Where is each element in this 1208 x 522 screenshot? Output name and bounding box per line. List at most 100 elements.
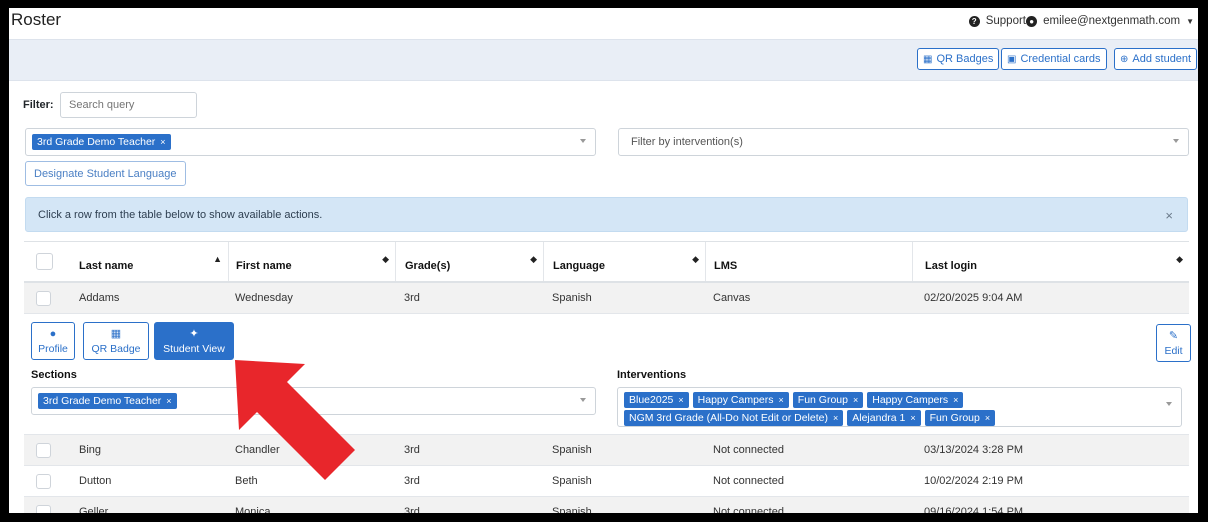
- designate-language-button[interactable]: Designate Student Language: [25, 161, 186, 186]
- sort-up-icon: ▲: [213, 254, 222, 264]
- header-language[interactable]: Language ◆: [543, 242, 705, 281]
- intervention-chip[interactable]: Happy Campers ×: [867, 392, 964, 408]
- row-checkbox[interactable]: [36, 283, 51, 313]
- qr-icon: ▦: [110, 328, 122, 340]
- sections-label: Sections: [31, 369, 77, 381]
- info-alert: Click a row from the table below to show…: [25, 197, 1188, 232]
- cell-last-login: 03/13/2024 3:28 PM: [924, 444, 1024, 456]
- app-frame: Roster ? Support ● emilee@nextgenmath.co…: [9, 8, 1198, 513]
- row-detail-panel: ● Profile ▦ QR Badge ✦ Student View ✎ Ed…: [24, 314, 1191, 435]
- intervention-chip[interactable]: NGM 3rd Grade (All-Do Not Edit or Delete…: [624, 410, 844, 426]
- teacher-filter-select[interactable]: 3rd Grade Demo Teacher ×: [25, 128, 596, 156]
- remove-icon[interactable]: ×: [833, 413, 838, 423]
- row-checkbox[interactable]: [36, 466, 51, 496]
- close-icon[interactable]: ×: [1165, 208, 1173, 223]
- intervention-chip[interactable]: Fun Group ×: [924, 410, 996, 426]
- support-label: Support: [985, 15, 1026, 27]
- intervention-chip[interactable]: Blue2025 ×: [624, 392, 689, 408]
- remove-icon[interactable]: ×: [985, 413, 990, 423]
- cell-language: Spanish: [552, 475, 592, 487]
- cell-grade: 3rd: [404, 292, 420, 304]
- table-row-selected[interactable]: Addams Wednesday 3rd Spanish Canvas 02/2…: [24, 283, 1189, 314]
- intervention-filter-select[interactable]: Filter by intervention(s): [618, 128, 1189, 156]
- qr-badges-button[interactable]: ▦ QR Badges: [917, 48, 1000, 70]
- student-icon: ✦: [189, 328, 199, 340]
- chevron-down-icon: [1166, 402, 1172, 406]
- annotation-arrow-icon: [235, 360, 355, 480]
- teacher-chip[interactable]: 3rd Grade Demo Teacher ×: [32, 134, 171, 150]
- user-icon: ●: [1026, 15, 1038, 27]
- cell-last-name: Geller: [79, 506, 109, 513]
- qr-badge-button[interactable]: ▦ QR Badge: [83, 322, 149, 360]
- header-first-name[interactable]: First name ◆: [228, 242, 395, 281]
- user-icon: ●: [49, 327, 57, 340]
- section-chip[interactable]: 3rd Grade Demo Teacher ×: [38, 393, 177, 409]
- user-menu[interactable]: ● emilee@nextgenmath.com ▼: [1026, 15, 1194, 27]
- cell-language: Spanish: [552, 506, 592, 513]
- top-bar: Roster ? Support ● emilee@nextgenmath.co…: [9, 8, 1198, 38]
- edit-button[interactable]: ✎ Edit: [1156, 324, 1191, 362]
- intervention-chip[interactable]: Happy Campers ×: [692, 392, 789, 408]
- cell-lms: Canvas: [713, 292, 751, 304]
- row-checkbox[interactable]: [36, 497, 51, 513]
- question-icon: ?: [968, 15, 980, 27]
- cell-last-login: 10/02/2024 2:19 PM: [924, 475, 1024, 487]
- remove-icon[interactable]: ×: [910, 413, 915, 423]
- caret-down-icon: ▼: [1186, 16, 1194, 26]
- cell-lms: Not connected: [713, 475, 784, 487]
- chevron-down-icon: [580, 398, 586, 402]
- header-grades[interactable]: Grade(s) ◆: [395, 242, 543, 281]
- user-email: emilee@nextgenmath.com: [1043, 15, 1181, 27]
- cell-language: Spanish: [552, 444, 592, 456]
- qr-icon: ▦: [923, 53, 933, 65]
- intervention-chips: Blue2025 × Happy Campers × Fun Group × Happ…: [624, 391, 1144, 427]
- header-last-name[interactable]: Last name ▲: [60, 242, 228, 281]
- sort-icon: ◆: [382, 254, 389, 264]
- page-title: Roster: [11, 10, 62, 29]
- cell-last-name: Bing: [79, 444, 102, 456]
- cell-last-name: Addams: [79, 292, 120, 304]
- plus-circle-icon: ⊕: [1120, 53, 1129, 65]
- chevron-down-icon: [1173, 139, 1179, 143]
- cell-last-login: 02/20/2025 9:04 AM: [924, 292, 1023, 304]
- interventions-select[interactable]: Blue2025 × Happy Campers × Fun Group × Happ…: [617, 387, 1182, 427]
- intervention-chip[interactable]: Alejandra 1 ×: [847, 410, 921, 426]
- chevron-down-icon: [580, 139, 586, 143]
- id-card-icon: ▣: [1007, 53, 1017, 65]
- cell-grade: 3rd: [404, 444, 420, 456]
- credential-cards-button[interactable]: ▣ Credential cards: [1001, 48, 1107, 70]
- remove-icon[interactable]: ×: [853, 395, 858, 405]
- intervention-chip[interactable]: Fun Group ×: [792, 392, 864, 408]
- interventions-label: Interventions: [617, 369, 687, 381]
- header-last-login[interactable]: Last login ◆: [912, 242, 1189, 281]
- alert-text: Click a row from the table below to show…: [38, 208, 323, 221]
- table-row[interactable]: Geller Monica 3rd Spanish Not connected …: [24, 497, 1189, 513]
- support-link[interactable]: ? Support: [968, 15, 1026, 27]
- remove-icon[interactable]: ×: [160, 137, 165, 147]
- cell-lms: Not connected: [713, 506, 784, 513]
- sort-icon: ◆: [1176, 254, 1183, 264]
- remove-icon[interactable]: ×: [678, 395, 683, 405]
- search-input[interactable]: [60, 92, 197, 118]
- profile-button[interactable]: ● Profile: [31, 322, 75, 360]
- sort-icon: ◆: [530, 254, 537, 264]
- cell-last-login: 09/16/2024 1:54 PM: [924, 506, 1024, 513]
- remove-icon[interactable]: ×: [953, 395, 958, 405]
- header-lms[interactable]: LMS: [705, 242, 912, 281]
- table-row[interactable]: Bing Chandler 3rd Spanish Not connected …: [24, 435, 1189, 466]
- table-header: Last name ▲ First name ◆ Grade(s) ◆ Lang…: [24, 241, 1189, 283]
- remove-icon[interactable]: ×: [779, 395, 784, 405]
- roster-table: Last name ▲ First name ◆ Grade(s) ◆ Lang…: [24, 241, 1191, 513]
- cell-grade: 3rd: [404, 475, 420, 487]
- filter-label: Filter:: [23, 99, 54, 111]
- cell-last-name: Dutton: [79, 475, 112, 487]
- cell-lms: Not connected: [713, 444, 784, 456]
- cell-grade: 3rd: [404, 506, 420, 513]
- table-row[interactable]: Dutton Beth 3rd Spanish Not connected 10…: [24, 466, 1189, 497]
- cell-language: Spanish: [552, 292, 592, 304]
- row-checkbox[interactable]: [36, 435, 51, 465]
- student-view-button[interactable]: ✦ Student View: [154, 322, 234, 360]
- remove-icon[interactable]: ×: [166, 396, 171, 406]
- pencil-icon: ✎: [1168, 330, 1179, 342]
- add-student-button[interactable]: ⊕ Add student: [1114, 48, 1198, 70]
